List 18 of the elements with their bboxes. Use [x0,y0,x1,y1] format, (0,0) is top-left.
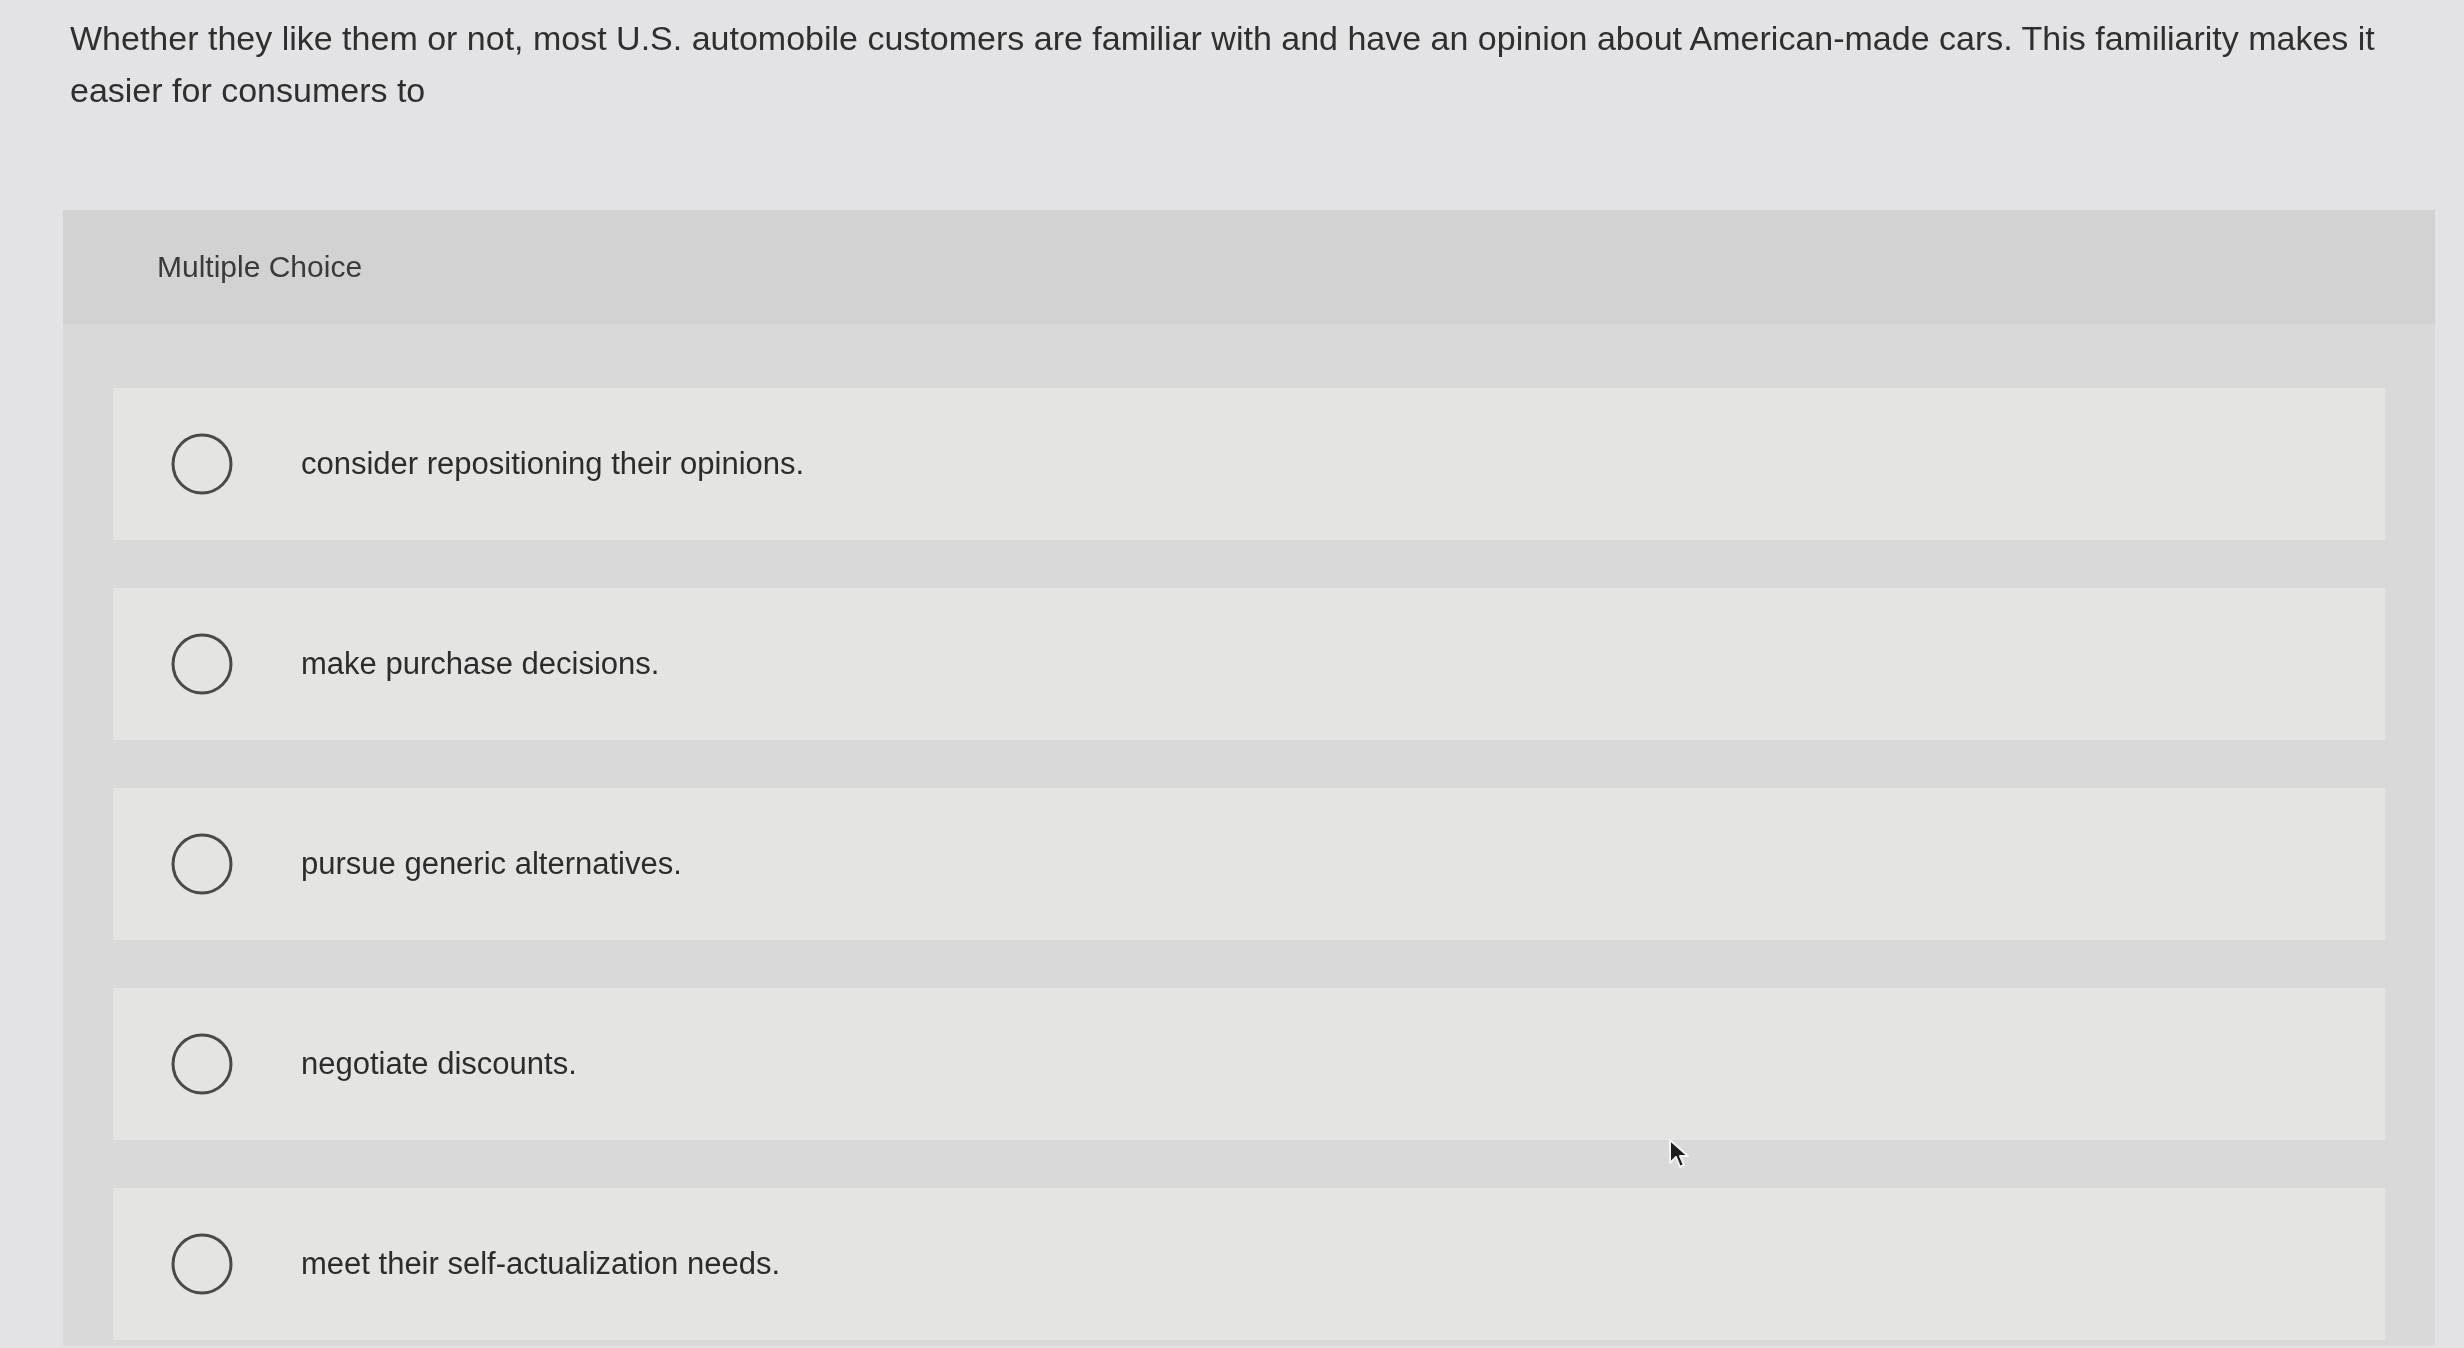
option-text: meet their self-actualization needs. [301,1246,781,1282]
answer-option[interactable]: meet their self-actualization needs. [113,1188,2385,1340]
option-text: negotiate discounts. [301,1046,577,1082]
answer-option[interactable]: consider repositioning their opinions. [113,388,2385,540]
radio-button-icon[interactable] [171,1233,233,1295]
option-text: consider repositioning their opinions. [301,446,805,482]
radio-button-icon[interactable] [171,833,233,895]
option-text: pursue generic alternatives. [301,846,682,882]
mouse-pointer-icon [1668,1138,1690,1170]
radio-button-icon[interactable] [171,633,233,695]
question-text: Whether they like them or not, most U.S. automobile customers are familiar with and have an opinion about American-made cars. This familiarity makes it easier for consumers to [70,18,2376,111]
section-heading: Multiple Choice [157,250,363,284]
option-text: make purchase decisions. [301,646,660,682]
answer-option[interactable]: make purchase decisions. [113,588,2385,740]
answer-option[interactable]: pursue generic alternatives. [113,788,2385,940]
radio-button-icon[interactable] [171,433,233,495]
answer-option[interactable]: negotiate discounts. [113,988,2385,1140]
radio-button-icon[interactable] [171,1033,233,1095]
